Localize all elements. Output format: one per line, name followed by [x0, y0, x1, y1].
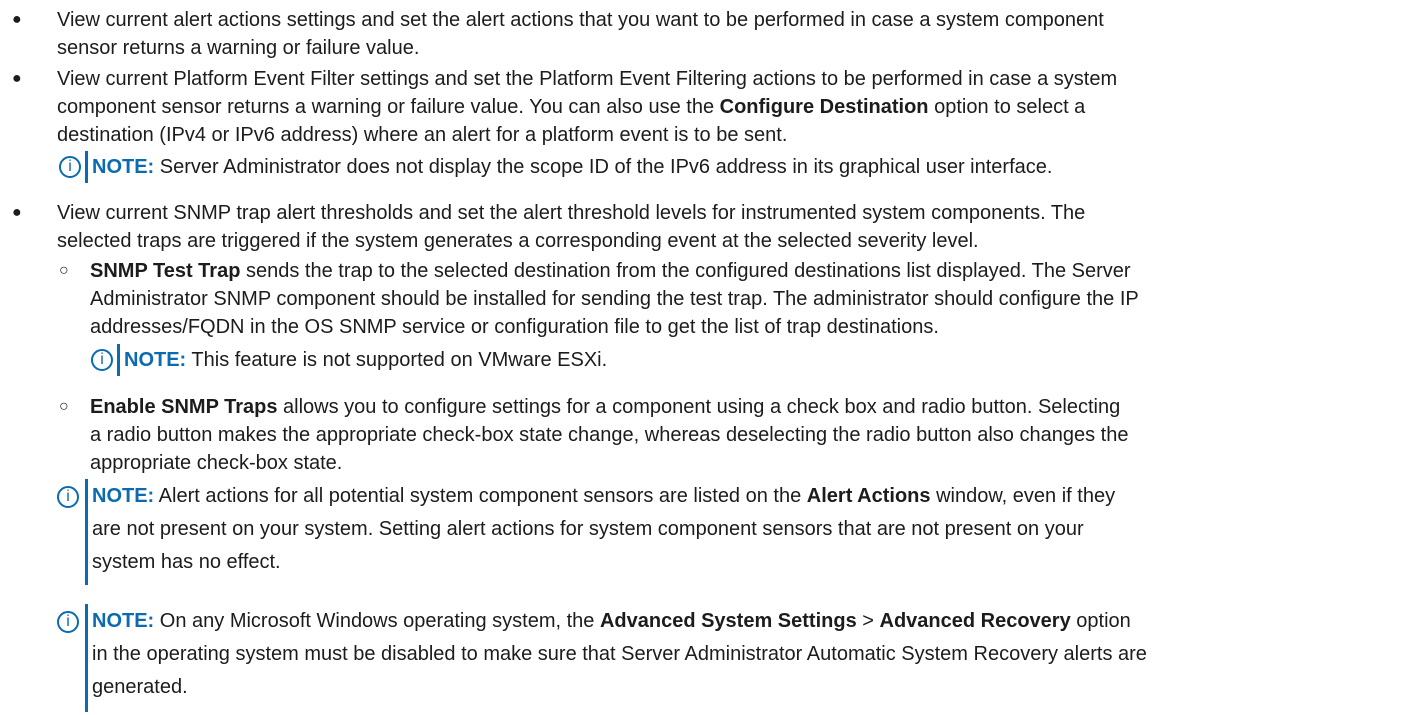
- alert-actions-term: Alert Actions: [806, 485, 931, 507]
- text-line: Administrator SNMP component should be i…: [90, 288, 1139, 310]
- enable-snmp-traps-term: Enable SNMP Traps: [90, 396, 278, 418]
- note-esxi: NOTE: This feature is not supported on V…: [124, 349, 608, 371]
- advanced-recovery-term: Advanced Recovery: [879, 610, 1071, 632]
- text-line: in the operating system must be disabled…: [92, 643, 1147, 665]
- text-line: generated.: [92, 676, 188, 698]
- text-line: destination (IPv4 or IPv6 address) where…: [57, 124, 788, 146]
- info-icon: i: [57, 486, 79, 508]
- note-label: NOTE:: [92, 610, 155, 632]
- note-label: NOTE:: [92, 156, 155, 178]
- sub-item-snmp-test-trap: SNMP Test Trap sends the trap to the sel…: [90, 257, 1139, 341]
- bullet-item-platform-event-filter: View current Platform Event Filter setti…: [57, 65, 1117, 149]
- configure-destination-term: Configure Destination: [719, 96, 929, 118]
- bullet-icon: ●: [12, 204, 22, 221]
- document-page: ● View current alert actions settings an…: [0, 0, 1405, 715]
- bullet-icon: ●: [12, 70, 22, 87]
- bullet-item-alert-actions: View current alert actions settings and …: [57, 6, 1104, 62]
- text-line: addresses/FQDN in the OS SNMP service or…: [90, 316, 939, 338]
- note-bar: [85, 151, 88, 183]
- text-line: View current Platform Event Filter setti…: [57, 68, 1118, 90]
- info-icon: i: [59, 156, 81, 178]
- note-label: NOTE:: [124, 349, 187, 371]
- info-icon: i: [91, 349, 113, 371]
- text-line: a radio button makes the appropriate che…: [90, 424, 1129, 446]
- note-bar: [117, 344, 120, 376]
- text-line: are not present on your system. Setting …: [92, 518, 1084, 540]
- sub-bullet-icon: ○: [59, 398, 69, 415]
- text-line: appropriate check-box state.: [90, 452, 343, 474]
- text-line: SNMP Test Trap sends the trap to the sel…: [90, 260, 1131, 282]
- note-label: NOTE:: [92, 485, 155, 507]
- bullet-icon: ●: [12, 11, 22, 28]
- note-bar: [85, 604, 88, 712]
- text-line: View current alert actions settings and …: [57, 9, 1104, 31]
- sub-item-enable-snmp-traps: Enable SNMP Traps allows you to configur…: [90, 393, 1128, 477]
- text-line: component sensor returns a warning or fa…: [57, 96, 1086, 118]
- note-bar: [85, 479, 88, 585]
- text-line: sensor returns a warning or failure valu…: [57, 37, 420, 59]
- note-advanced-recovery: NOTE: On any Microsoft Windows operating…: [92, 605, 1147, 704]
- note-alert-actions: NOTE: Alert actions for all potential sy…: [92, 480, 1115, 579]
- text-line: View current SNMP trap alert thresholds …: [57, 202, 1086, 224]
- sub-bullet-icon: ○: [59, 262, 69, 279]
- snmp-test-trap-term: SNMP Test Trap: [90, 260, 241, 282]
- info-icon: i: [57, 611, 79, 633]
- text-line: Enable SNMP Traps allows you to configur…: [90, 396, 1121, 418]
- advanced-system-settings-term: Advanced System Settings: [599, 610, 857, 632]
- text-line: system has no effect.: [92, 551, 281, 573]
- note-ipv6-scope: NOTE: Server Administrator does not disp…: [92, 156, 1053, 178]
- text-line: selected traps are triggered if the syst…: [57, 230, 979, 252]
- bullet-item-snmp-thresholds: View current SNMP trap alert thresholds …: [57, 199, 1085, 255]
